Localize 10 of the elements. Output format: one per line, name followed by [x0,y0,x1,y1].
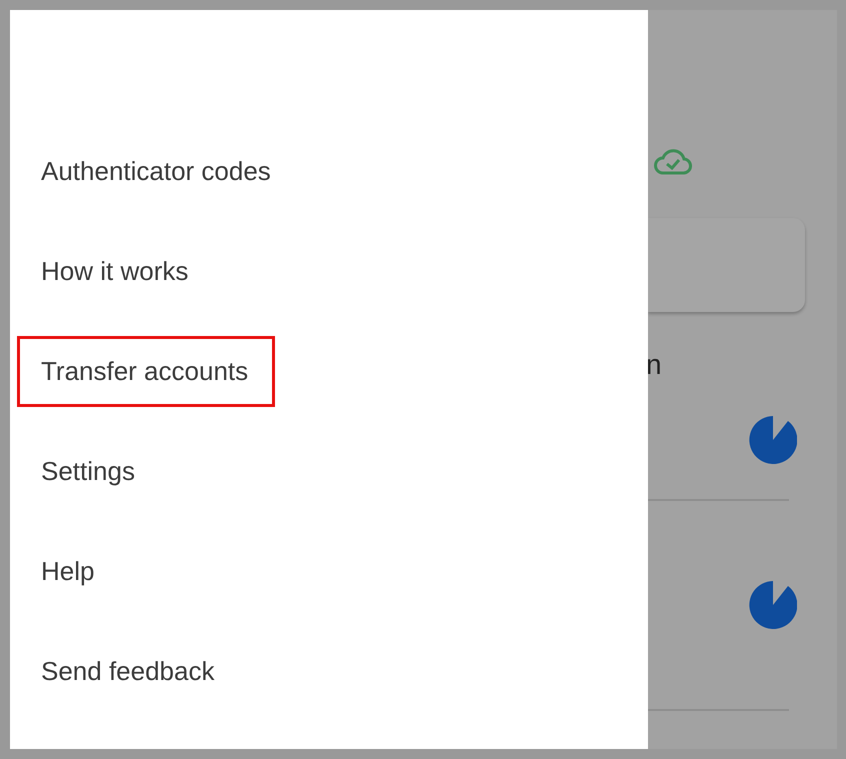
menu-item[interactable]: Authenticator codes [17,136,298,206]
menu-item[interactable]: Send feedback [17,636,242,706]
timer-icon [749,416,797,464]
menu-item[interactable]: Help [17,536,122,606]
timer-icon [749,581,797,629]
menu-item[interactable]: Transfer accounts [17,336,276,406]
cloud-check-icon [654,148,692,176]
menu-item[interactable]: How it works [17,236,216,306]
menu-item[interactable]: Settings [17,436,162,506]
heading-text: n [648,350,662,380]
